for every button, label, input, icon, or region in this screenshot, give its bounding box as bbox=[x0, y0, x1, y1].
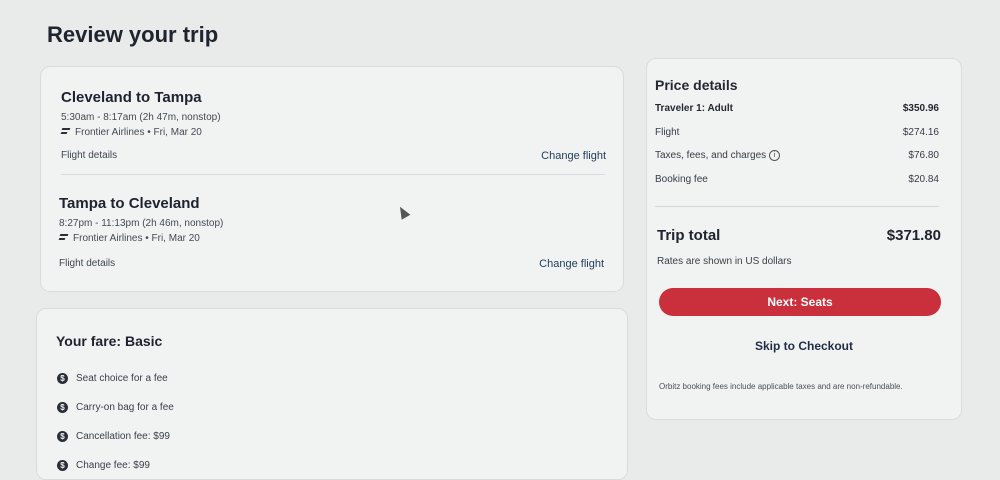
flight-details-link[interactable]: Flight details bbox=[61, 150, 117, 162]
booking-fee-note: Orbitz booking fees include applicable t… bbox=[659, 382, 903, 391]
dollar-icon: $ bbox=[57, 431, 68, 442]
skip-to-checkout-link[interactable]: Skip to Checkout bbox=[647, 339, 961, 353]
airline-label: Frontier Airlines • Fri, Mar 20 bbox=[73, 233, 200, 244]
price-row-value: $350.96 bbox=[902, 103, 939, 114]
trip-total-row: Trip total $371.80 bbox=[657, 227, 941, 244]
fare-item: $ Cancellation fee: $99 bbox=[57, 422, 174, 451]
price-row-traveler: Traveler 1: Adult $350.96 bbox=[655, 103, 939, 114]
price-row-label: Taxes, fees, and charges bbox=[655, 150, 767, 162]
frontier-airline-icon bbox=[59, 234, 69, 243]
price-row-value: $274.16 bbox=[902, 127, 939, 138]
dollar-icon: $ bbox=[57, 373, 68, 384]
flight-times: 8:27pm - 11:13pm (2h 46m, nonstop) bbox=[59, 218, 224, 229]
flights-card: Cleveland to Tampa 5:30am - 8:17am (2h 4… bbox=[40, 66, 624, 292]
trip-total-label: Trip total bbox=[657, 227, 721, 244]
price-row-booking-fee: Booking fee $20.84 bbox=[655, 174, 939, 185]
flight-details-link[interactable]: Flight details bbox=[59, 258, 115, 270]
dollar-icon: $ bbox=[57, 402, 68, 413]
change-flight-button[interactable]: Change flight bbox=[541, 150, 606, 162]
next-seats-button[interactable]: Next: Seats bbox=[659, 288, 941, 316]
fare-item: $ Change fee: $99 bbox=[57, 451, 174, 480]
fare-item-label: Carry-on bag for a fee bbox=[76, 402, 174, 413]
flight-leg-outbound: Cleveland to Tampa 5:30am - 8:17am (2h 4… bbox=[61, 89, 606, 162]
price-row-flight: Flight $274.16 bbox=[655, 127, 939, 138]
price-row-label: Booking fee bbox=[655, 174, 708, 185]
fare-item-label: Cancellation fee: $99 bbox=[76, 431, 170, 442]
price-details-card: Price details Traveler 1: Adult $350.96 … bbox=[646, 58, 962, 420]
rates-note: Rates are shown in US dollars bbox=[657, 256, 792, 267]
price-row-label: Flight bbox=[655, 127, 680, 138]
leg-divider bbox=[61, 174, 605, 175]
flight-leg-return: Tampa to Cleveland 8:27pm - 11:13pm (2h … bbox=[59, 195, 604, 270]
price-divider bbox=[655, 206, 939, 207]
change-flight-button[interactable]: Change flight bbox=[539, 258, 604, 270]
price-row-value: $20.84 bbox=[908, 174, 939, 185]
trip-total-value: $371.80 bbox=[886, 227, 941, 244]
frontier-airline-icon bbox=[61, 128, 71, 137]
fare-item: $ Seat choice for a fee bbox=[57, 364, 174, 393]
flight-airline: Frontier Airlines • Fri, Mar 20 bbox=[59, 233, 604, 244]
flight-times: 5:30am - 8:17am (2h 47m, nonstop) bbox=[61, 112, 221, 123]
fare-item-label: Seat choice for a fee bbox=[76, 373, 168, 384]
price-row-label: Traveler 1: Adult bbox=[655, 103, 733, 114]
fare-item-label: Change fee: $99 bbox=[76, 460, 150, 471]
price-row-value: $76.80 bbox=[908, 150, 939, 161]
info-icon[interactable]: i bbox=[769, 150, 781, 161]
flight-route: Tampa to Cleveland bbox=[59, 195, 200, 212]
airline-label: Frontier Airlines • Fri, Mar 20 bbox=[75, 127, 202, 138]
fare-card: Your fare: Basic $ Seat choice for a fee… bbox=[36, 308, 628, 480]
fare-item: $ Carry-on bag for a fee bbox=[57, 393, 174, 422]
price-row-taxes: Taxes, fees, and charges i $76.80 bbox=[655, 150, 939, 161]
flight-airline: Frontier Airlines • Fri, Mar 20 bbox=[61, 127, 606, 138]
fare-list: $ Seat choice for a fee $ Carry-on bag f… bbox=[57, 364, 174, 480]
flight-route: Cleveland to Tampa bbox=[61, 89, 202, 106]
dollar-icon: $ bbox=[57, 460, 68, 471]
price-details-title: Price details bbox=[655, 77, 738, 93]
page-title: Review your trip bbox=[47, 22, 219, 47]
fare-title: Your fare: Basic bbox=[56, 333, 163, 349]
